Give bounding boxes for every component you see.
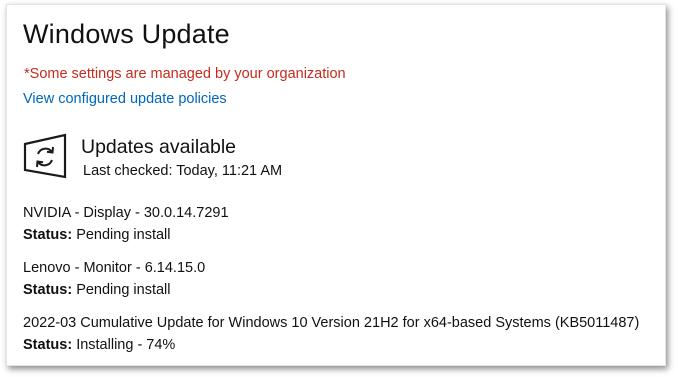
last-checked-text: Last checked: Today, 11:21 AM bbox=[83, 163, 283, 179]
updates-available-heading: Updates available bbox=[81, 136, 237, 158]
update-item: NVIDIA - Display - 30.0.14.7291 Status: … bbox=[23, 202, 229, 246]
update-name: NVIDIA - Display - 30.0.14.7291 bbox=[23, 205, 229, 221]
windows-update-panel: Windows Update *Some settings are manage… bbox=[6, 4, 666, 366]
managed-by-organization-notice: *Some settings are managed by your organ… bbox=[24, 66, 346, 82]
update-status-label: Status: bbox=[23, 337, 73, 353]
update-name: 2022-03 Cumulative Update for Windows 10… bbox=[23, 315, 640, 331]
update-status-value: Pending install bbox=[76, 282, 171, 298]
update-status: Status: Pending install bbox=[23, 279, 205, 301]
update-status: Status: Installing - 74% bbox=[23, 334, 639, 356]
sync-icon bbox=[23, 133, 67, 179]
update-status-label: Status: bbox=[23, 282, 73, 298]
page-title: Windows Update bbox=[23, 19, 230, 49]
update-item: 2022-03 Cumulative Update for Windows 10… bbox=[23, 312, 639, 356]
update-status: Status: Pending install bbox=[23, 224, 229, 246]
view-update-policies-link[interactable]: View configured update policies bbox=[23, 91, 227, 107]
update-status-label: Status: bbox=[23, 227, 73, 243]
update-status-value: Installing - 74% bbox=[76, 337, 176, 353]
update-item: Lenovo - Monitor - 6.14.15.0 Status: Pen… bbox=[23, 257, 205, 301]
update-name: Lenovo - Monitor - 6.14.15.0 bbox=[23, 260, 206, 276]
update-status-value: Pending install bbox=[76, 227, 171, 243]
